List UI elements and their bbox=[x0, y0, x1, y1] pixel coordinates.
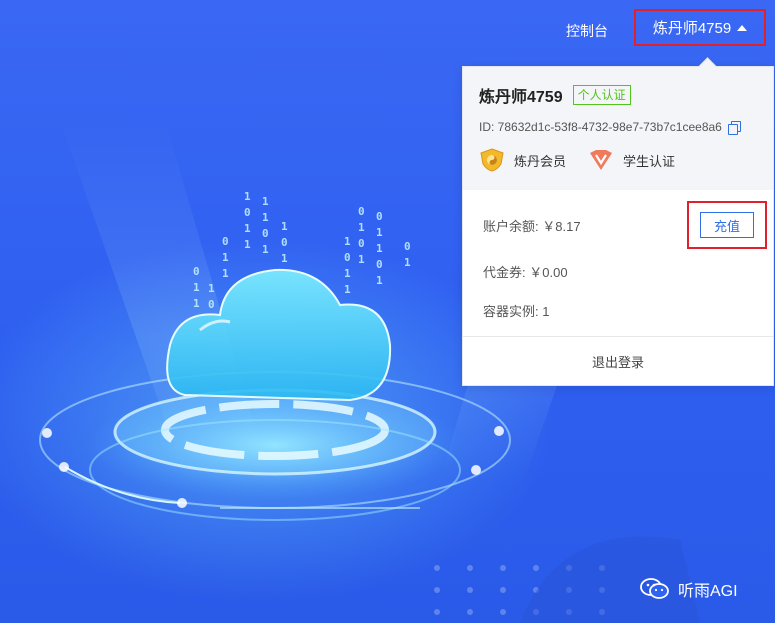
username: 炼丹师4759 bbox=[479, 89, 563, 106]
watermark-text: 听雨AGI bbox=[678, 583, 738, 600]
user-menu-label: 炼丹师4759 bbox=[652, 20, 732, 37]
copy-icon[interactable] bbox=[727, 121, 741, 135]
svg-text:1: 1 bbox=[358, 221, 365, 234]
logout-button[interactable]: 退出登录 bbox=[463, 336, 773, 385]
svg-text:0: 0 bbox=[193, 265, 200, 278]
svg-text:1: 1 bbox=[344, 283, 351, 296]
svg-text:1: 1 bbox=[208, 282, 215, 295]
balance-row: 账户余额: ￥8.17 bbox=[483, 216, 581, 235]
wechat-icon bbox=[640, 578, 669, 599]
svg-text:0: 0 bbox=[262, 227, 269, 240]
svg-text:1: 1 bbox=[222, 251, 229, 264]
user-menu-toggle[interactable]: 炼丹师4759 bbox=[634, 9, 766, 46]
watermark: 听雨AGI bbox=[640, 577, 738, 601]
recharge-highlight: 充值 bbox=[687, 201, 767, 249]
svg-text:1: 1 bbox=[244, 238, 251, 251]
user-id: ID: 78632d1c-53f8-4732-98e7-73b7c1cee8a6 bbox=[479, 120, 722, 134]
user-info-section: 炼丹师4759 个人认证 ID: 78632d1c-53f8-4732-98e7… bbox=[463, 67, 773, 190]
container-value: 1 bbox=[542, 304, 550, 319]
voucher-value: ￥0.00 bbox=[529, 265, 568, 280]
personal-verify-tag: 个人认证 bbox=[572, 85, 631, 105]
svg-text:1: 1 bbox=[404, 256, 411, 269]
svg-text:1: 1 bbox=[344, 235, 351, 248]
svg-text:0: 0 bbox=[358, 237, 365, 250]
svg-text:0: 0 bbox=[404, 240, 411, 253]
svg-text:1: 1 bbox=[344, 267, 351, 280]
svg-text:1: 1 bbox=[244, 222, 251, 235]
student-badge: 学生认证 bbox=[588, 149, 675, 171]
svg-text:0: 0 bbox=[344, 251, 351, 264]
svg-text:1: 1 bbox=[244, 190, 251, 203]
svg-text:0: 0 bbox=[281, 236, 288, 249]
svg-text:1: 1 bbox=[193, 281, 200, 294]
svg-text:1: 1 bbox=[262, 211, 269, 224]
recharge-button[interactable]: 充值 bbox=[700, 212, 754, 238]
svg-text:1: 1 bbox=[281, 252, 288, 265]
v-badge-icon bbox=[590, 150, 613, 170]
svg-text:1: 1 bbox=[193, 297, 200, 310]
gold-shield-icon bbox=[480, 148, 504, 172]
container-row: 容器实例: 1 bbox=[483, 301, 549, 320]
caret-up-icon bbox=[737, 24, 748, 31]
console-link[interactable]: 控制台 bbox=[566, 21, 608, 41]
svg-text:1: 1 bbox=[262, 195, 269, 208]
svg-text:1: 1 bbox=[376, 274, 383, 287]
container-label: 容器实例: bbox=[483, 304, 539, 319]
svg-text:1: 1 bbox=[358, 253, 365, 266]
svg-text:1: 1 bbox=[376, 226, 383, 239]
svg-text:1: 1 bbox=[262, 243, 269, 256]
account-section: 账户余额: ￥8.17 充值 代金券: ￥0.00 容器实例: 1 bbox=[463, 190, 773, 337]
member-badge: 炼丹会员 bbox=[479, 148, 566, 172]
svg-text:0: 0 bbox=[208, 298, 215, 311]
svg-text:0: 0 bbox=[244, 206, 251, 219]
voucher-label: 代金券: bbox=[483, 265, 526, 280]
svg-text:0: 0 bbox=[222, 235, 229, 248]
user-dropdown-panel: 炼丹师4759 个人认证 ID: 78632d1c-53f8-4732-98e7… bbox=[462, 66, 774, 386]
voucher-row: 代金券: ￥0.00 bbox=[483, 262, 568, 281]
student-badge-label: 学生认证 bbox=[623, 153, 676, 169]
svg-text:1: 1 bbox=[222, 267, 229, 280]
svg-text:0: 0 bbox=[358, 205, 365, 218]
svg-text:0: 0 bbox=[376, 210, 383, 223]
user-id-row: ID: 78632d1c-53f8-4732-98e7-73b7c1cee8a6 bbox=[479, 120, 757, 135]
svg-text:0: 0 bbox=[376, 258, 383, 271]
balance-value: ￥8.17 bbox=[542, 219, 581, 234]
svg-text:1: 1 bbox=[376, 242, 383, 255]
balance-label: 账户余额: bbox=[483, 219, 539, 234]
svg-text:1: 1 bbox=[281, 220, 288, 233]
member-badge-label: 炼丹会员 bbox=[514, 153, 567, 169]
